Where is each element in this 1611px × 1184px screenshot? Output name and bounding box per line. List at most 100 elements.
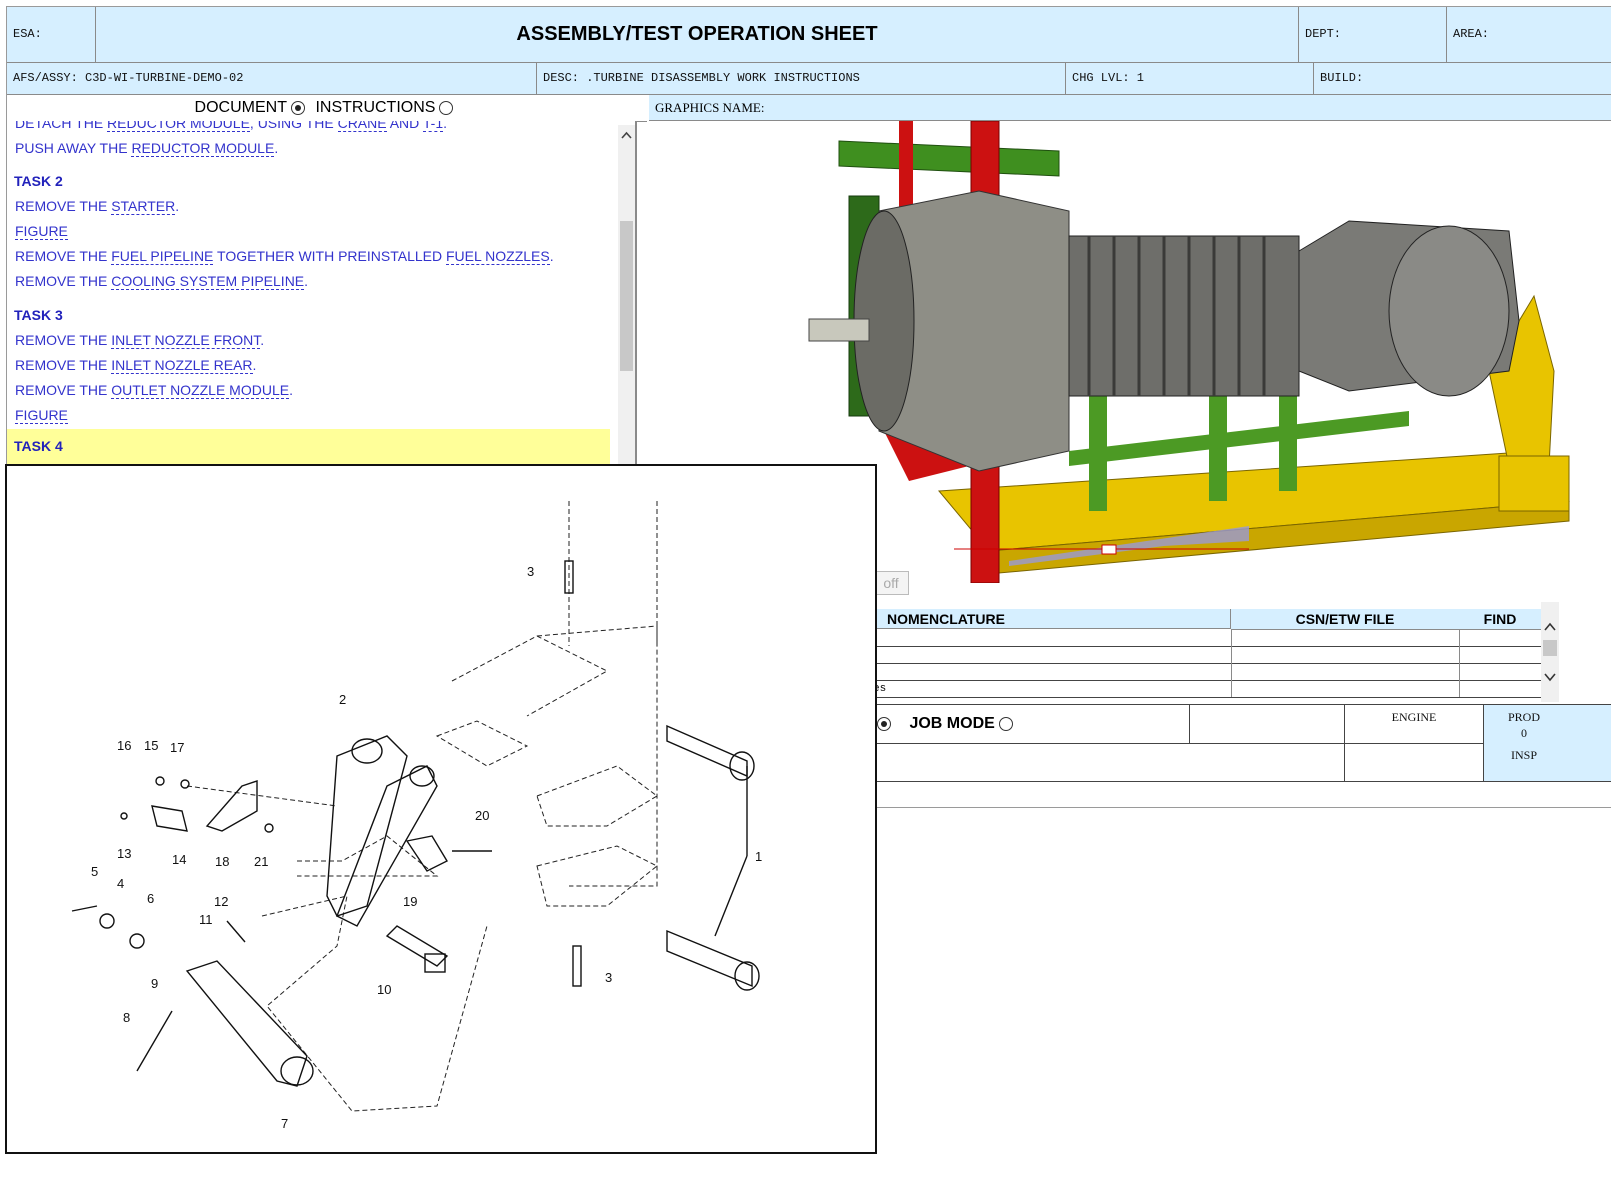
table-row[interactable] — [873, 630, 1541, 647]
callout-label: 11 — [199, 912, 213, 927]
link-starter[interactable]: STARTER — [111, 198, 176, 215]
callout-label: 19 — [403, 894, 417, 909]
instruction-line: REMOVE THE FUEL PIPELINE TOGETHER WITH P… — [15, 248, 554, 265]
pane-divider[interactable] — [635, 121, 637, 481]
tab-document-label: DOCUMENT — [194, 99, 287, 116]
task-heading[interactable]: TASK 3 — [14, 307, 63, 323]
instructions-pane[interactable]: DETACH THE REDUCTOR MODULE, USING THE CR… — [7, 121, 635, 481]
table-row[interactable] — [873, 647, 1541, 664]
table-row[interactable] — [873, 664, 1541, 681]
mode-selector: JOB MODE — [873, 715, 1019, 733]
link-reductor-module[interactable]: REDUCTOR MODULE — [107, 121, 250, 132]
tab-instructions[interactable]: INSTRUCTIONS — [315, 99, 459, 116]
callout-label: 17 — [170, 740, 184, 755]
instruction-line: DETACH THE REDUCTOR MODULE, USING THE CR… — [15, 121, 447, 132]
callout-label: 13 — [117, 846, 131, 861]
callout-label: 5 — [91, 864, 98, 879]
callout-label: 3 — [605, 970, 612, 985]
callout-label: 18 — [215, 854, 229, 869]
link-inlet-nozzle-rear[interactable]: INLET NOZZLE REAR — [111, 357, 253, 374]
callout-label: 16 — [117, 738, 131, 753]
scroll-up-icon[interactable] — [618, 125, 635, 145]
callout-label: 21 — [254, 854, 268, 869]
figure-link[interactable]: FIGURE — [15, 223, 68, 240]
instruction-line: PUSH AWAY THE REDUCTOR MODULE. — [15, 140, 279, 157]
sheet-subheader: AFS/ASSY: C3D-WI-TURBINE-DEMO-02 DESC: .… — [7, 63, 1611, 95]
link-cooling-pipeline[interactable]: COOLING SYSTEM PIPELINE — [111, 273, 305, 290]
esa-cell: ESA: — [7, 7, 96, 62]
job-mode-radio[interactable] — [998, 716, 1013, 731]
callout-label: 9 — [151, 976, 158, 991]
diagram-callouts: 1 2 3 3 4 5 6 7 8 9 10 11 12 13 14 15 16… — [91, 564, 762, 1131]
callout-label: 15 — [144, 738, 158, 753]
afs-cell: AFS/ASSY: C3D-WI-TURBINE-DEMO-02 — [7, 63, 537, 94]
build-label: BUILD: — [1320, 71, 1364, 85]
scroll-arrows-icon[interactable] — [1541, 602, 1559, 702]
callout-label: 7 — [281, 1116, 288, 1131]
instruction-line: REMOVE THE STARTER. — [15, 198, 180, 215]
change-level: CHG LVL: 1 — [1072, 71, 1145, 85]
task-heading-active[interactable]: TASK 4 — [14, 438, 63, 454]
instruction-line: REMOVE THE COOLING SYSTEM PIPELINE. — [15, 273, 309, 290]
graphics-name-label: GRAPHICS NAME: — [655, 100, 765, 115]
col-csn-file[interactable]: CSN/ETW FILE — [1231, 609, 1460, 630]
task-heading[interactable]: TASK 2 — [14, 173, 63, 189]
col-divider — [1231, 629, 1232, 697]
instructions-scrollbar[interactable] — [618, 125, 635, 475]
afs-assy: AFS/ASSY: C3D-WI-TURBINE-DEMO-02 — [13, 71, 244, 85]
callout-label: 4 — [117, 876, 124, 891]
figure-link-label[interactable]: FIGURE — [15, 407, 68, 424]
callout-label: 1 — [755, 849, 762, 864]
document-tabs: DOCUMENT INSTRUCTIONS — [7, 95, 647, 122]
callout-label: 6 — [147, 891, 154, 906]
footer-divider — [1189, 705, 1190, 743]
desc-cell: DESC: .TURBINE DISASSEMBLY WORK INSTRUCT… — [537, 63, 1066, 94]
callout-label: 2 — [339, 692, 346, 707]
instruction-line: REMOVE THE OUTLET NOZZLE MODULE. — [15, 382, 293, 399]
instructions-radio[interactable] — [439, 100, 454, 115]
dept-label: DEPT: — [1305, 27, 1342, 41]
mode-radio-selected[interactable] — [877, 716, 891, 731]
link-t1[interactable]: T-1 — [422, 121, 444, 132]
graphics-name-bar: GRAPHICS NAME: — [649, 95, 1611, 121]
build-cell: BUILD: — [1314, 63, 1611, 94]
exploded-parts-diagram: 1 2 3 3 4 5 6 7 8 9 10 11 12 13 14 15 16… — [71, 501, 762, 1131]
link-fuel-nozzles[interactable]: FUEL NOZZLES — [445, 248, 550, 265]
callout-label: 8 — [123, 1010, 130, 1025]
callout-label: 20 — [475, 808, 489, 823]
area-label: AREA: — [1453, 27, 1490, 41]
dept-cell: DEPT: — [1299, 7, 1447, 62]
figure-link-label[interactable]: FIGURE — [15, 223, 68, 240]
callout-label: 14 — [172, 852, 186, 867]
link-reductor-module[interactable]: REDUCTOR MODULE — [131, 140, 275, 157]
col-find[interactable]: FIND — [1459, 609, 1541, 630]
insp-label: INSP — [1510, 748, 1537, 762]
col-nomenclature[interactable]: NOMENCLATURE — [873, 609, 1231, 629]
description: DESC: .TURBINE DISASSEMBLY WORK INSTRUCT… — [543, 71, 860, 85]
table-scrollbar[interactable] — [1541, 602, 1559, 702]
chg-cell: CHG LVL: 1 — [1066, 63, 1314, 94]
instruction-line: REMOVE THE INLET NOZZLE FRONT. — [15, 332, 265, 349]
task-highlight — [7, 429, 610, 469]
callout-label: 3 — [527, 564, 534, 579]
footer-divider — [873, 781, 1611, 782]
figure-popup[interactable]: 1 2 3 3 4 5 6 7 8 9 10 11 12 13 14 15 16… — [5, 464, 877, 1154]
title-cell: ASSEMBLY/TEST OPERATION SHEET — [96, 7, 1299, 62]
link-crane[interactable]: CRANE — [337, 121, 387, 132]
sheet-header: ESA: ASSEMBLY/TEST OPERATION SHEET DEPT:… — [7, 7, 1611, 63]
engine-label: ENGINE — [1391, 710, 1437, 724]
callout-label: 12 — [214, 894, 228, 909]
sheet-title: ASSEMBLY/TEST OPERATION SHEET — [516, 23, 878, 45]
off-button[interactable]: off — [873, 571, 909, 595]
link-fuel-pipeline[interactable]: FUEL PIPELINE — [111, 248, 214, 265]
link-outlet-nozzle[interactable]: OUTLET NOZZLE MODULE — [111, 382, 290, 399]
tab-document[interactable]: DOCUMENT — [195, 99, 311, 116]
document-radio[interactable] — [290, 100, 305, 115]
scroll-thumb[interactable] — [620, 221, 633, 371]
table-row[interactable]: es — [873, 681, 1541, 698]
esa-label: ESA: — [13, 27, 42, 41]
prod-label: PROD — [1507, 710, 1540, 724]
figure-link[interactable]: FIGURE — [15, 407, 68, 424]
area-cell: AREA: — [1447, 7, 1611, 62]
link-inlet-nozzle-front[interactable]: INLET NOZZLE FRONT — [111, 332, 261, 349]
